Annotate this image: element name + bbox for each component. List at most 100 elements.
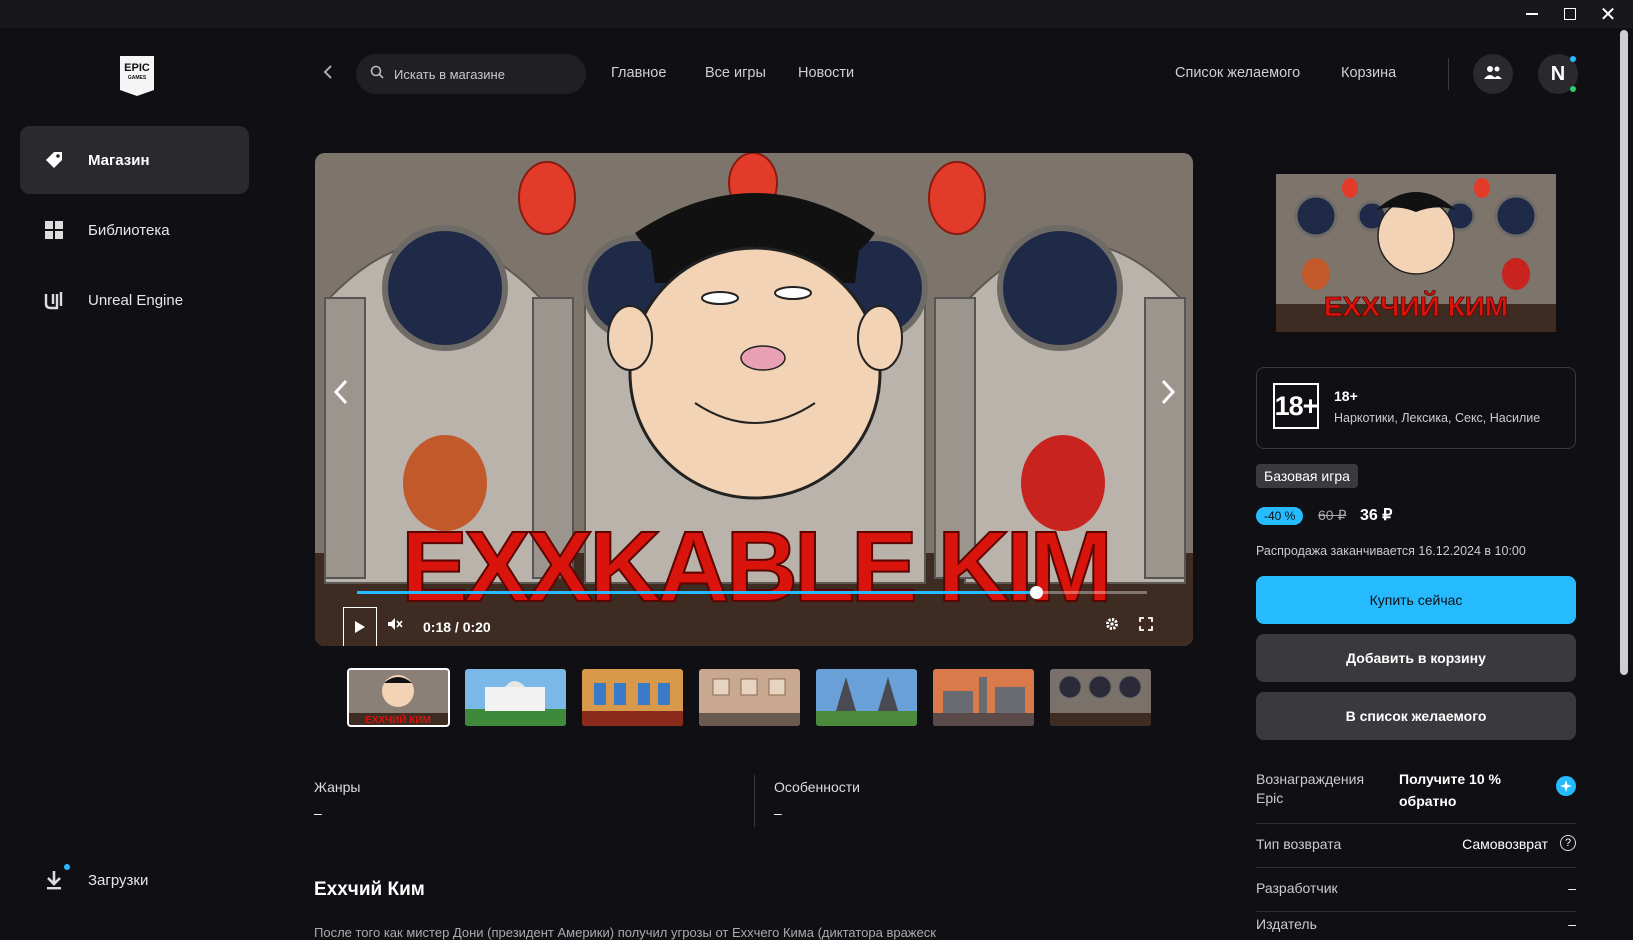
video-progress-fill [357,591,1037,594]
cart-link[interactable]: Корзина [1341,65,1396,81]
details-divider [754,775,755,827]
muted-speaker-icon [388,618,403,630]
sale-end-date: Распродажа заканчивается 16.12.2024 в 10… [1256,544,1526,558]
sidebar-item-store[interactable]: Магазин [20,126,249,194]
page-scrollbar[interactable] [1620,30,1628,675]
close-icon: ✕ [1599,3,1617,26]
svg-text:ЕХХЧИЙ КИМ: ЕХХЧИЙ КИМ [365,713,431,726]
unreal-icon [42,288,66,312]
mute-button[interactable] [387,617,403,631]
online-status-dot [1570,86,1576,92]
media-player[interactable]: EXXKABLE KIM 0:18 / 0:20 [315,153,1193,646]
developer-label: Разработчик [1256,880,1338,896]
rewards-sparkle-icon [1556,776,1576,796]
video-settings-button[interactable] [1105,617,1119,631]
publisher-value: – [1568,916,1576,932]
help-icon[interactable]: ? [1560,835,1576,851]
download-badge-dot [64,864,70,870]
rewards-value: Получите 10 % обратно [1399,771,1501,809]
sidebar-item-label: Магазин [88,151,150,169]
age-rating-box: 18+ 18+ Наркотики, Лексика, Секс, Насили… [1256,367,1576,449]
nav-link-home[interactable]: Главное [611,65,666,81]
video-controls: 0:18 / 0:20 [315,583,1193,646]
original-price: 60 ₽ [1318,507,1347,523]
publisher-label: Издатель [1256,916,1317,932]
sidebar-item-unreal-engine[interactable]: Unreal Engine [20,266,249,334]
notification-dot [1570,56,1576,62]
developer-value: – [1568,880,1576,896]
sidebar-item-library[interactable]: Библиотека [20,196,249,264]
thumbnail-2[interactable] [465,669,566,726]
base-game-tag: Базовая игра [1256,464,1358,488]
sidebar-item-label: Загрузки [88,871,149,889]
trailer-frame: EXXKABLE KIM [315,153,1193,646]
refund-label: Тип возврата [1256,836,1342,852]
nav-link-news[interactable]: Новости [798,65,854,81]
thumbnail-6[interactable] [933,669,1034,726]
media-prev-button[interactable] [333,378,349,406]
sidebar-item-label: Unreal Engine [88,291,184,309]
discount-badge: -40 % [1256,507,1304,525]
avatar[interactable]: N [1538,54,1578,94]
minimize-icon [1526,13,1538,15]
fullscreen-icon [1139,617,1153,631]
features-value: – [774,805,782,821]
thumbnail-7[interactable] [1050,669,1151,726]
friends-button[interactable] [1473,54,1513,94]
sidebar-item-label: Библиотека [88,221,170,239]
topbar-divider [1448,58,1449,90]
play-icon [354,620,366,634]
sidebar: EPIC GAMES Магазин Библиотека Unreal Eng… [6,28,268,940]
age-rating-title: 18+ [1334,388,1358,404]
video-time: 0:18 / 0:20 [423,619,491,635]
add-to-wishlist-button[interactable]: В список желаемого [1256,692,1576,740]
tag-icon [42,148,66,172]
search-input[interactable] [394,66,574,82]
nav-link-all-games[interactable]: Все игры [705,65,766,81]
genres-value: – [314,805,322,821]
publisher-row: Издатель – [1256,912,1576,940]
developer-row: Разработчик – [1256,868,1576,912]
search-icon [370,65,384,84]
age-rating-descriptors: Наркотики, Лексика, Секс, Насилие [1334,411,1541,425]
back-arrow-icon[interactable] [322,64,334,85]
thumbnail-5[interactable] [816,669,917,726]
sale-price: 36 ₽ [1360,507,1393,524]
friends-icon [1483,64,1503,85]
rewards-label: Вознаграждения Epic [1256,771,1365,806]
media-next-button[interactable] [1160,378,1176,406]
maximize-icon [1564,8,1576,20]
play-button[interactable] [343,607,377,646]
epic-games-logo[interactable]: EPIC GAMES [120,56,154,96]
gear-icon [1106,618,1118,630]
search-box[interactable] [356,54,586,94]
grid-icon [42,218,66,242]
fullscreen-button[interactable] [1139,617,1153,631]
video-progress-bar[interactable] [357,586,1147,599]
buy-now-button[interactable]: Купить сейчас [1256,576,1576,624]
minimize-button[interactable] [1514,3,1550,25]
cover-image: ЕХХЧИЙ КИМ [1276,174,1556,332]
add-to-cart-button[interactable]: Добавить в корзину [1256,634,1576,682]
epic-rewards-row: Вознаграждения Epic Получите 10 % обратн… [1256,764,1576,824]
media-thumbnail-strip: ЕХХЧИЙ КИМ [347,668,1168,727]
video-progress-knob[interactable] [1030,586,1044,599]
genres-label: Жанры [314,779,361,795]
refund-value: Самовозврат [1462,836,1548,852]
game-title: Ехxчий Ким [314,879,425,900]
age-rating-badge: 18+ [1273,383,1319,429]
close-button[interactable]: ✕ [1590,3,1626,26]
download-icon [42,864,70,892]
maximize-button[interactable] [1552,3,1588,25]
window-titlebar: ✕ [0,0,1633,28]
thumbnail-1[interactable]: ЕХХЧИЙ КИМ [347,668,450,727]
top-navigation: Главное Все игры Новости Список желаемог… [300,54,1578,96]
thumbnail-3[interactable] [582,669,683,726]
features-label: Особенности [774,779,860,795]
thumbnail-4[interactable] [699,669,800,726]
game-description: После того как мистер Дони (президент Ам… [314,925,936,940]
sidebar-item-downloads[interactable]: Загрузки [20,846,249,914]
cover-title-text: ЕХХЧИЙ КИМ [1324,290,1508,322]
wishlist-link[interactable]: Список желаемого [1175,65,1300,81]
refund-type-row: Тип возврата Самовозврат ? [1256,824,1576,868]
